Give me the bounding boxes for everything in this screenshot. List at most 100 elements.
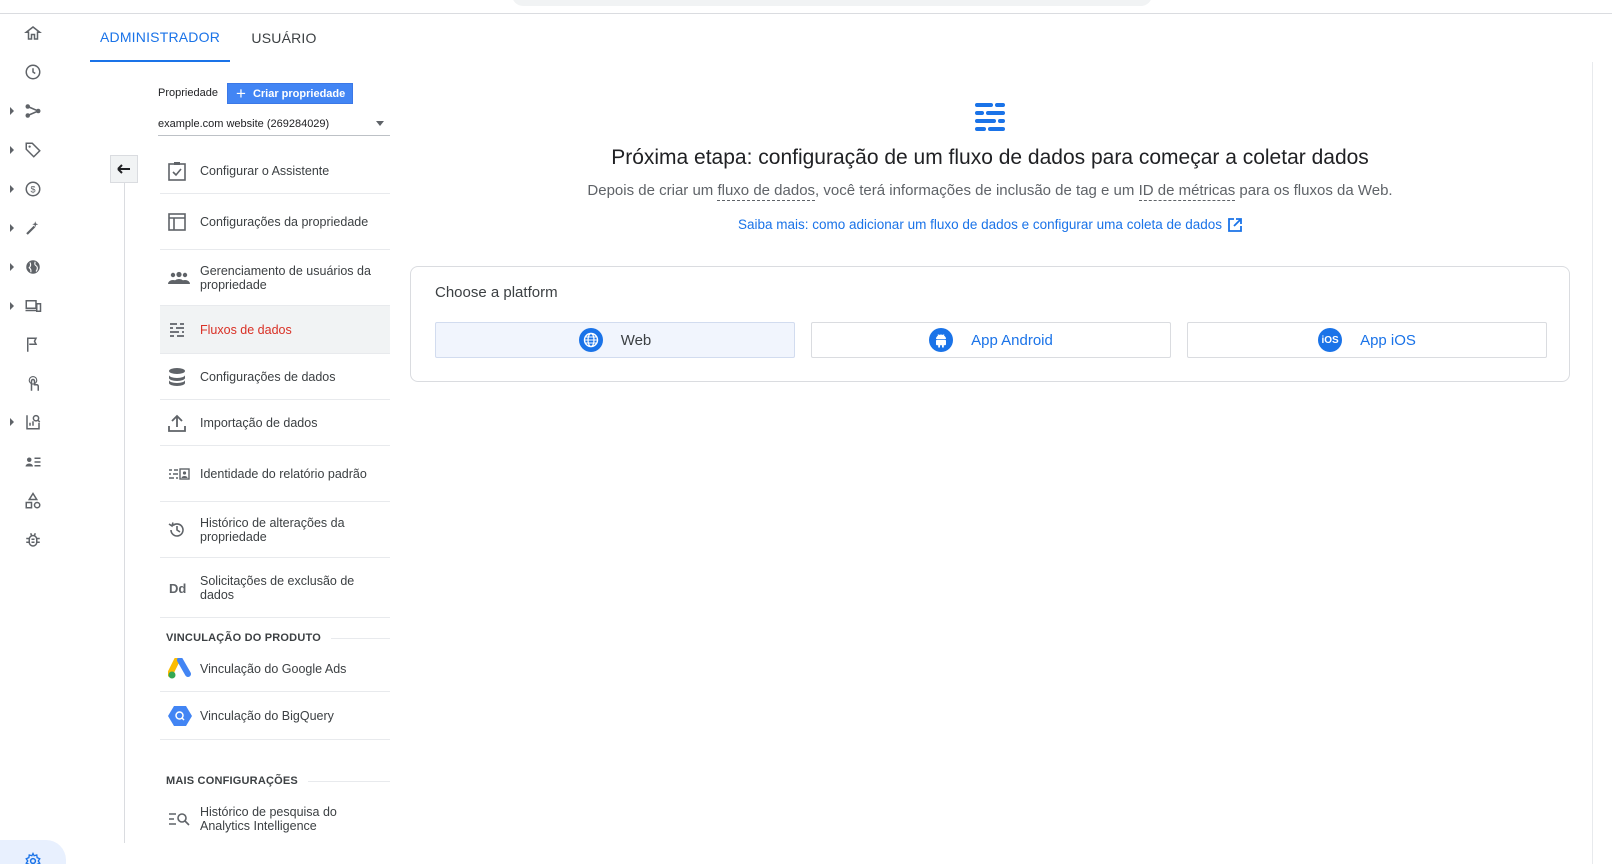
rail-monetization[interactable]: $ bbox=[0, 172, 90, 206]
rail-home[interactable] bbox=[0, 16, 90, 50]
nav-item-label: Vinculação do Google Ads bbox=[200, 661, 347, 676]
term-measurement-id[interactable]: ID de métricas bbox=[1138, 182, 1236, 201]
nav-item-bigquery-link[interactable]: Vinculação do BigQuery bbox=[160, 692, 390, 740]
report-search-icon bbox=[26, 414, 41, 430]
people-icon bbox=[168, 271, 190, 284]
platform-card-title: Choose a platform bbox=[435, 284, 558, 301]
nav-item-google-ads-link[interactable]: Vinculação do Google Ads bbox=[160, 646, 390, 692]
nav-item-label: Configurações da propriedade bbox=[200, 214, 369, 229]
column-guide bbox=[124, 183, 125, 843]
clock-icon bbox=[25, 64, 41, 80]
nav-item-user-management[interactable]: Gerenciamento de usuários da propriedade bbox=[160, 250, 390, 306]
section-more-settings: MAIS CONFIGURAÇÕES bbox=[166, 775, 390, 787]
wand-icon bbox=[26, 221, 39, 235]
devices-icon bbox=[25, 300, 42, 312]
nav-item-intelligence-history[interactable]: Histórico de pesquisa do Analytics Intel… bbox=[160, 798, 390, 840]
left-rail: $ bbox=[0, 14, 90, 864]
rail-tech[interactable] bbox=[0, 289, 90, 323]
nav-item-label: Configurações de dados bbox=[200, 369, 336, 384]
create-property-label: Criar propriedade bbox=[252, 87, 346, 100]
google-ads-icon bbox=[168, 657, 191, 678]
top-bar bbox=[0, 0, 1612, 14]
rail-geo[interactable] bbox=[0, 250, 90, 284]
nav-item-label: Identidade do relatório padrão bbox=[200, 466, 367, 481]
platform-web-label: Web bbox=[620, 331, 652, 349]
platform-android-button[interactable]: App Android bbox=[811, 322, 1171, 358]
chevron-down-icon bbox=[376, 121, 384, 126]
nav-item-change-history[interactable]: Histórico de alterações da propriedade bbox=[160, 502, 390, 558]
section-product-linking: VINCULAÇÃO DO PRODUTO bbox=[166, 632, 390, 644]
rail-debug[interactable] bbox=[0, 523, 90, 557]
nav-item-label: Fluxos de dados bbox=[200, 322, 292, 337]
tab-administrador[interactable]: ADMINISTRADOR bbox=[90, 14, 230, 62]
platform-ios-label: App iOS bbox=[1360, 331, 1416, 349]
tabs-bar: ADMINISTRADOR USUÁRIO bbox=[90, 14, 1612, 62]
dd-icon: Dd bbox=[169, 581, 186, 595]
scrollbar-track[interactable] bbox=[1592, 62, 1612, 864]
shapes-icon bbox=[25, 492, 41, 509]
rail-reports-snapshot[interactable] bbox=[0, 55, 90, 89]
users-list-icon bbox=[25, 457, 41, 467]
flag-icon bbox=[27, 337, 38, 352]
identity-icon bbox=[169, 467, 190, 480]
nav-item-label: Histórico de alterações da propriedade bbox=[200, 515, 345, 544]
page-subtitle: Depois de criar um fluxo de dados, você … bbox=[410, 182, 1570, 201]
nav-item-label: Histórico de pesquisa do Analytics Intel… bbox=[200, 805, 337, 833]
rail-admin[interactable] bbox=[0, 840, 66, 864]
rail-custom[interactable] bbox=[0, 484, 90, 518]
search-bar[interactable] bbox=[512, 0, 1152, 6]
property-select[interactable]: example.com website (269284029) bbox=[158, 112, 390, 136]
flow-icon bbox=[25, 104, 41, 118]
learn-more-label: Saiba mais: como adicionar um fluxo de d… bbox=[737, 217, 1223, 232]
nav-item-data-streams[interactable]: Fluxos de dados bbox=[160, 306, 390, 354]
layout-icon bbox=[168, 212, 186, 231]
data-streams-hero-icon bbox=[975, 103, 1005, 131]
tab-usuario[interactable]: USUÁRIO bbox=[230, 14, 338, 62]
rail-tags[interactable] bbox=[0, 133, 90, 167]
rail-engagement[interactable] bbox=[0, 211, 90, 245]
create-property-button[interactable]: + Criar propriedade bbox=[227, 83, 353, 104]
arrow-back-icon bbox=[117, 164, 130, 174]
database-icon bbox=[169, 367, 185, 386]
rail-conversions[interactable] bbox=[0, 367, 90, 401]
nav-item-data-deletion[interactable]: Dd Solicitações de exclusão de dados bbox=[160, 558, 390, 618]
platform-card: Choose a platform Web App Android iOS Ap… bbox=[410, 266, 1570, 382]
bigquery-icon bbox=[168, 705, 192, 726]
history-icon bbox=[168, 521, 184, 537]
platform-android-label: App Android bbox=[971, 331, 1053, 349]
tag-icon bbox=[25, 142, 41, 158]
bug-icon bbox=[26, 533, 40, 547]
rail-audiences[interactable] bbox=[0, 445, 90, 479]
page-title: Próxima etapa: configuração de um fluxo … bbox=[611, 146, 1369, 169]
property-label: Propriedade bbox=[158, 87, 218, 99]
home-icon bbox=[24, 26, 42, 40]
streams-icon bbox=[170, 322, 184, 337]
svg-text:Dd: Dd bbox=[169, 581, 186, 595]
nav-item-label: Gerenciamento de usuários da propriedade bbox=[200, 263, 371, 292]
nav-item-property-settings[interactable]: Configurações da propriedade bbox=[160, 194, 390, 250]
nav-item-data-settings[interactable]: Configurações de dados bbox=[160, 354, 390, 400]
platform-web-button[interactable]: Web bbox=[435, 322, 795, 358]
plus-icon: + bbox=[236, 84, 246, 103]
learn-more-link[interactable]: Saiba mais: como adicionar um fluxo de d… bbox=[410, 217, 1570, 232]
platform-ios-button[interactable]: iOS App iOS bbox=[1187, 322, 1547, 358]
touch-icon bbox=[28, 375, 39, 391]
nav-item-setup-assistant[interactable]: Configurar o Assistente bbox=[160, 148, 390, 194]
collapse-button[interactable] bbox=[110, 155, 138, 183]
search-history-icon bbox=[169, 813, 190, 826]
term-data-stream[interactable]: fluxo de dados bbox=[717, 182, 816, 201]
rail-flow[interactable] bbox=[0, 94, 90, 128]
nav-item-data-import[interactable]: Importação de dados bbox=[160, 400, 390, 446]
external-link-icon bbox=[1228, 218, 1242, 232]
globe-icon bbox=[26, 260, 40, 274]
rail-events[interactable] bbox=[0, 328, 90, 362]
upload-icon bbox=[168, 414, 186, 432]
nav-item-label: Configurar o Assistente bbox=[200, 163, 330, 178]
nav-item-label: Vinculação do BigQuery bbox=[200, 708, 334, 723]
rail-explore[interactable] bbox=[0, 405, 90, 439]
nav-item-reporting-identity[interactable]: Identidade do relatório padrão bbox=[160, 446, 390, 502]
subtitle-text: Depois de criar um bbox=[587, 182, 718, 199]
property-selected-value: example.com website (269284029) bbox=[158, 117, 330, 130]
subtitle-text: , você terá informações de inclusão de t… bbox=[815, 182, 1139, 199]
dollar-icon: $ bbox=[25, 181, 41, 197]
